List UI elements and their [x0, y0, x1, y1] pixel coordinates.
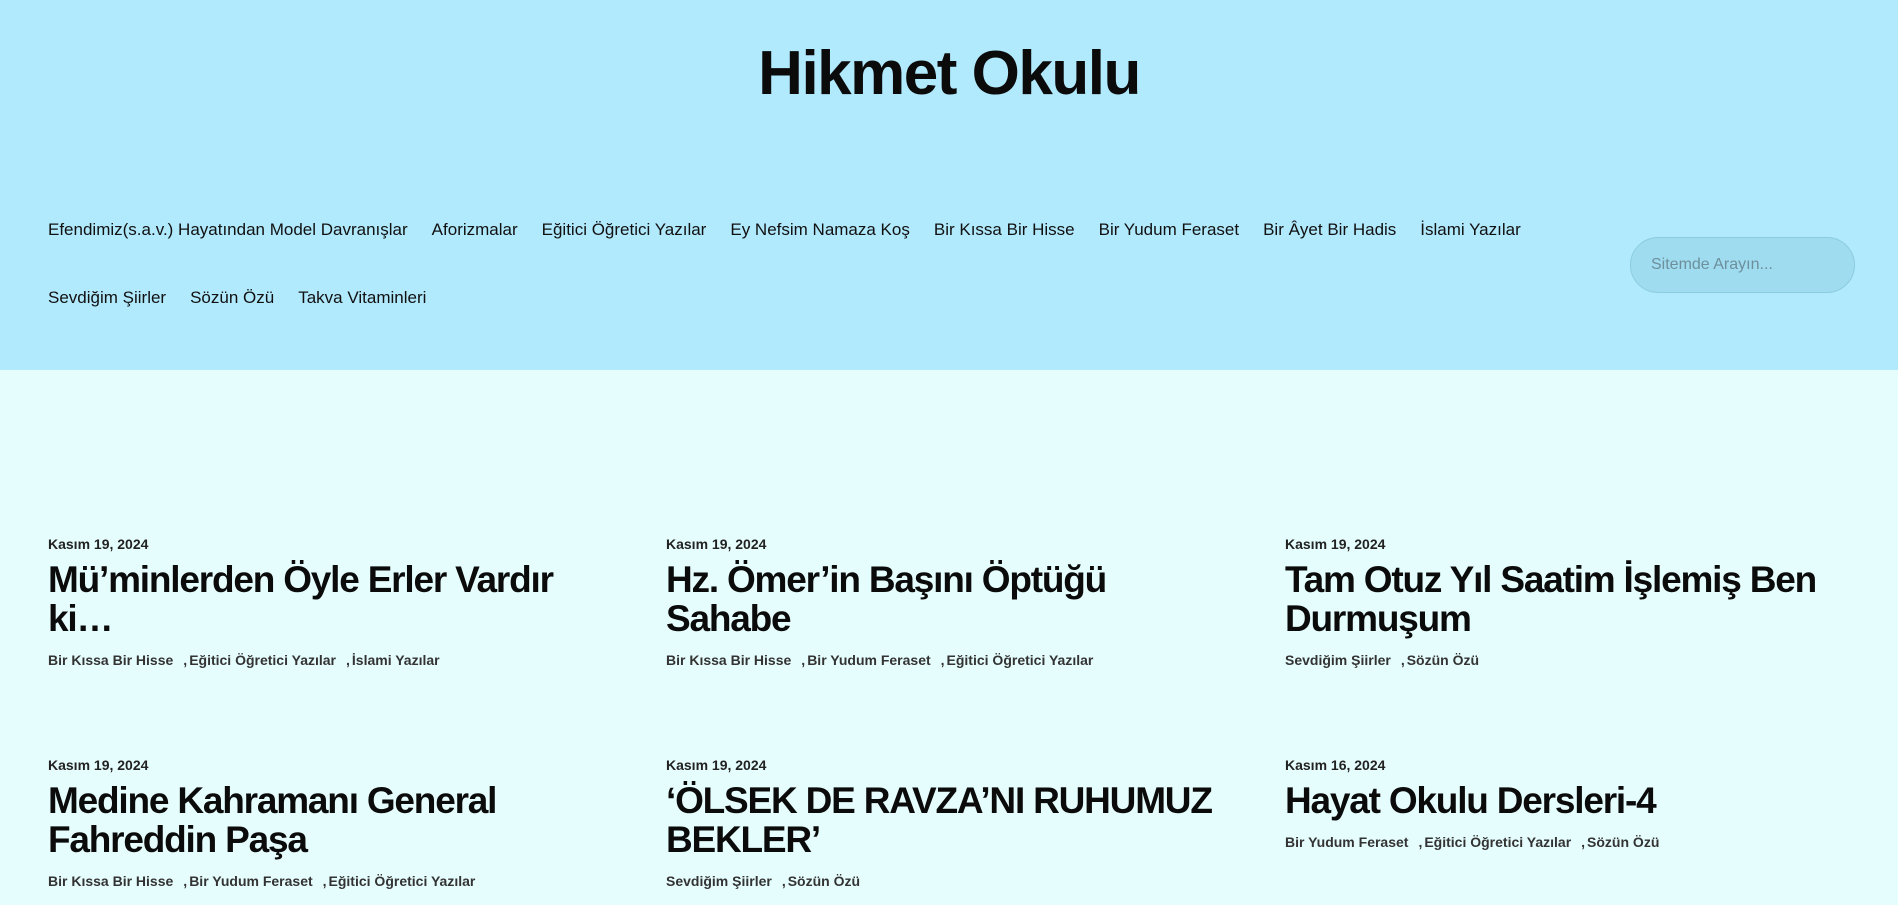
post-date: Kasım 16, 2024	[1285, 757, 1386, 773]
category-separator: ,	[322, 873, 327, 889]
category-link[interactable]: Bir Yudum Feraset	[807, 652, 930, 668]
post-card: Kasım 19, 2024 Medine Kahramanı General …	[48, 757, 618, 889]
post-title[interactable]: Mü’minlerden Öyle Erler Vardır ki…	[48, 560, 618, 638]
category-link[interactable]: Bir Kıssa Bir Hisse	[666, 652, 791, 668]
category-separator: ,	[183, 873, 188, 889]
post-date: Kasım 19, 2024	[48, 536, 149, 552]
category-link[interactable]: Eğitici Öğretici Yazılar	[947, 652, 1094, 668]
nav-item[interactable]: Sözün Özü	[190, 288, 274, 308]
nav-row-1: Efendimiz(s.a.v.) Hayatından Model Davra…	[48, 210, 1598, 250]
nav-row-2: Sevdiğim Şiirler Sözün Özü Takva Vitamin…	[48, 278, 1598, 318]
nav-item[interactable]: Bir Âyet Bir Hadis	[1263, 220, 1396, 240]
category-separator: ,	[940, 652, 945, 668]
category-link[interactable]: Eğitici Öğretici Yazılar	[189, 652, 336, 668]
category-link[interactable]: Bir Kıssa Bir Hisse	[48, 873, 173, 889]
post-date: Kasım 19, 2024	[666, 536, 767, 552]
post-categories: Bir Kıssa Bir Hisse , Bir Yudum Feraset …	[666, 652, 1236, 668]
category-link[interactable]: Sevdiğim Şiirler	[1285, 652, 1391, 668]
nav-item[interactable]: Efendimiz(s.a.v.) Hayatından Model Davra…	[48, 220, 408, 240]
post-title[interactable]: Tam Otuz Yıl Saatim İşlemiş Ben Durmuşum	[1285, 560, 1855, 638]
nav-item[interactable]: Aforizmalar	[432, 220, 518, 240]
category-separator: ,	[346, 652, 350, 668]
search-input[interactable]	[1630, 237, 1855, 293]
post-categories: Sevdiğim Şiirler , Sözün Özü	[1285, 652, 1855, 668]
category-separator: ,	[183, 652, 188, 668]
post-categories: Bir Kıssa Bir Hisse , Eğitici Öğretici Y…	[48, 652, 618, 668]
nav-item[interactable]: Bir Yudum Feraset	[1099, 220, 1239, 240]
post-card: Kasım 19, 2024 ‘ÖLSEK DE RAVZA’NI RUHUMU…	[666, 757, 1236, 889]
post-date: Kasım 19, 2024	[48, 757, 149, 773]
category-link[interactable]: Eğitici Öğretici Yazılar	[1424, 834, 1571, 850]
category-link[interactable]: Bir Kıssa Bir Hisse	[48, 652, 173, 668]
post-card: Kasım 19, 2024 Tam Otuz Yıl Saatim İşlem…	[1285, 536, 1855, 668]
category-separator: ,	[1400, 652, 1405, 668]
nav-item[interactable]: Sevdiğim Şiirler	[48, 288, 166, 308]
main-nav: Efendimiz(s.a.v.) Hayatından Model Davra…	[48, 210, 1598, 346]
post-title[interactable]: Hz. Ömer’in Başını Öptüğü Sahabe	[666, 560, 1236, 638]
category-link[interactable]: Eğitici Öğretici Yazılar	[329, 873, 476, 889]
post-categories: Sevdiğim Şiirler , Sözün Özü	[666, 873, 1236, 889]
category-separator: ,	[781, 873, 786, 889]
post-card: Kasım 19, 2024 Hz. Ömer’in Başını Öptüğü…	[666, 536, 1236, 668]
category-link[interactable]: Sevdiğim Şiirler	[666, 873, 772, 889]
category-link[interactable]: İslami Yazılar	[352, 652, 440, 668]
category-separator: ,	[1581, 834, 1586, 850]
category-separator: ,	[801, 652, 806, 668]
category-link[interactable]: Bir Yudum Feraset	[1285, 834, 1408, 850]
post-card: Kasım 16, 2024 Hayat Okulu Dersleri-4 Bi…	[1285, 757, 1855, 850]
post-title[interactable]: Medine Kahramanı General Fahreddin Paşa	[48, 781, 618, 859]
post-categories: Bir Yudum Feraset , Eğitici Öğretici Yaz…	[1285, 834, 1855, 850]
category-link[interactable]: Sözün Özü	[1587, 834, 1659, 850]
category-separator: ,	[1418, 834, 1423, 850]
post-title[interactable]: ‘ÖLSEK DE RAVZA’NI RUHUMUZ BEKLER’	[666, 781, 1236, 859]
category-link[interactable]: Bir Yudum Feraset	[189, 873, 312, 889]
nav-item[interactable]: Ey Nefsim Namaza Koş	[730, 220, 910, 240]
category-link[interactable]: Sözün Özü	[1407, 652, 1479, 668]
post-date: Kasım 19, 2024	[666, 757, 767, 773]
post-date: Kasım 19, 2024	[1285, 536, 1386, 552]
nav-item[interactable]: İslami Yazılar	[1420, 220, 1520, 240]
nav-item[interactable]: Eğitici Öğretici Yazılar	[542, 220, 707, 240]
post-title[interactable]: Hayat Okulu Dersleri-4	[1285, 781, 1855, 820]
nav-item[interactable]: Bir Kıssa Bir Hisse	[934, 220, 1075, 240]
post-card: Kasım 19, 2024 Mü’minlerden Öyle Erler V…	[48, 536, 618, 668]
site-title[interactable]: Hikmet Okulu	[0, 38, 1898, 109]
post-categories: Bir Kıssa Bir Hisse , Bir Yudum Feraset …	[48, 873, 618, 889]
nav-item[interactable]: Takva Vitaminleri	[298, 288, 426, 308]
site-header: Hikmet Okulu Efendimiz(s.a.v.) Hayatında…	[0, 0, 1898, 370]
category-link[interactable]: Sözün Özü	[788, 873, 860, 889]
